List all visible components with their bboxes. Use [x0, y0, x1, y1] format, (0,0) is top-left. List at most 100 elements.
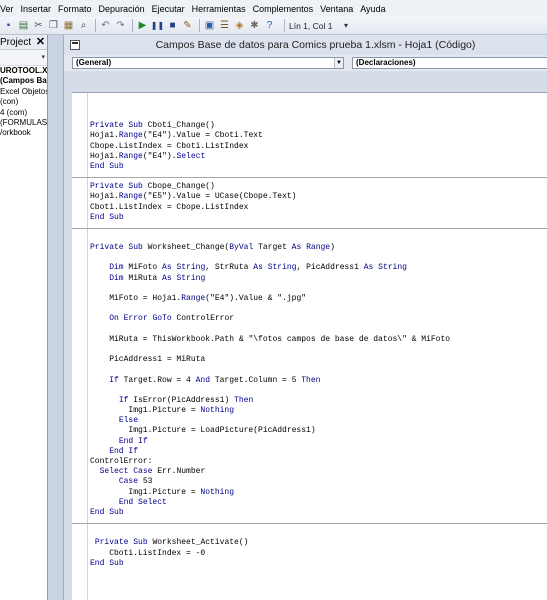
code-text[interactable]: Private Sub Cboti_Change() Hoja1.Range("E…	[72, 111, 547, 569]
toolbar-separator	[132, 19, 133, 32]
code-line[interactable]	[90, 528, 547, 538]
code-line[interactable]: PicAddress1 = MiRuta	[90, 355, 547, 365]
code-editor[interactable]: Private Sub Cboti_Change() Hoja1.Range("E…	[72, 92, 547, 600]
properties-icon[interactable]: ☰	[218, 19, 231, 32]
procedure-separator	[72, 177, 547, 179]
object-browser-icon[interactable]: ◈	[233, 19, 246, 32]
code-line[interactable]: End If	[90, 437, 547, 447]
code-window: Campos Base de datos para Comics prueba …	[63, 35, 547, 600]
menu-formato[interactable]: Formato	[56, 4, 95, 14]
code-window-title: Campos Base de datos para Comics prueba …	[155, 39, 476, 51]
tree-item[interactable]: /orkbook	[0, 128, 47, 138]
undo-icon[interactable]: ↶	[99, 19, 112, 32]
code-line[interactable]: Private Sub Cboti_Change()	[90, 121, 547, 131]
project-pane-header: Project ✕	[0, 35, 47, 50]
object-dropdown-value: (General)	[76, 58, 112, 67]
break-icon[interactable]: ❚❚	[151, 19, 164, 32]
code-line[interactable]	[90, 233, 547, 243]
code-line[interactable]: Private Sub Worksheet_Activate()	[90, 538, 547, 548]
code-line[interactable]: MiRuta = ThisWorkbook.Path & "\fotos cam…	[90, 335, 547, 345]
cut-icon[interactable]: ✂	[32, 19, 45, 32]
code-line[interactable]: Img1.Picture = LoadPicture(PicAddress1)	[90, 426, 547, 436]
toolbox-icon[interactable]: ✱	[248, 19, 261, 32]
code-line[interactable]	[90, 304, 547, 314]
menu-complementos[interactable]: Complementos	[251, 4, 317, 14]
code-line[interactable]	[90, 386, 547, 396]
menu-ventana[interactable]: Ventana	[318, 4, 356, 14]
menu-insertar[interactable]: Insertar	[19, 4, 55, 14]
tree-item[interactable]: UROTOOL.XLA	[0, 66, 47, 76]
paste-icon[interactable]: ▦	[62, 19, 75, 32]
code-line[interactable]: Select Case Err.Number	[90, 467, 547, 477]
code-line[interactable]: Hoja1.Range("E4").Value = Cboti.Text	[90, 131, 547, 141]
code-line[interactable]: Img1.Picture = Nothing	[90, 488, 547, 498]
scroll-down-icon[interactable]: ▾	[41, 53, 45, 61]
menu-ver[interactable]: Ver	[0, 4, 17, 14]
cursor-position: Lín 1, Col 1	[284, 19, 332, 32]
code-line[interactable]: If Target.Row = 4 And Target.Column = 5 …	[90, 376, 547, 386]
find-icon[interactable]: ⌕	[77, 19, 90, 32]
code-line[interactable]: Cboti.ListIndex = -0	[90, 549, 547, 559]
code-line[interactable]: Cboti.ListIndex = Cbope.ListIndex	[90, 203, 547, 213]
tree-item[interactable]: (FORMULAS D	[0, 118, 47, 128]
toolbar-options-chevron-icon[interactable]: ▾	[344, 21, 348, 30]
code-line[interactable]: Private Sub Cbope_Change()	[90, 182, 547, 192]
code-line[interactable]: Else	[90, 416, 547, 426]
tree-item[interactable]: 4 (com)	[0, 108, 47, 118]
save-icon[interactable]: ▪	[2, 19, 15, 32]
menu-depuracion[interactable]: Depuración	[97, 4, 148, 14]
code-line[interactable]: Dim MiRuta As String	[90, 274, 547, 284]
tree-item[interactable]: Excel Objetos	[0, 87, 47, 97]
code-line[interactable]: MiFoto = Hoja1.Range("E4").Value & ".jpg…	[90, 294, 547, 304]
object-dropdown[interactable]: (General) ▼	[72, 57, 344, 69]
copy-icon[interactable]: ❐	[47, 19, 60, 32]
code-line[interactable]: End Sub	[90, 508, 547, 518]
code-window-icon	[70, 40, 80, 50]
standard-toolbar: ▪ ▤ ✂ ❐ ▦ ⌕ ↶ ↷ ▶ ❚❚ ■ ✎ ▣ ☰ ◈ ✱ ? Lín 1…	[0, 17, 547, 35]
procedure-separator	[72, 227, 547, 229]
project-pane-title: Project	[0, 36, 32, 48]
code-line[interactable]: Img1.Picture = Nothing	[90, 406, 547, 416]
code-line[interactable]: End If	[90, 447, 547, 457]
code-line[interactable]: Case 53	[90, 477, 547, 487]
menu-bar: Ver Insertar Formato Depuración Ejecutar…	[0, 0, 547, 17]
menu-ayuda[interactable]: Ayuda	[358, 4, 388, 14]
code-window-titlebar: Campos Base de datos para Comics prueba …	[64, 35, 547, 55]
code-line[interactable]	[90, 345, 547, 355]
chevron-down-icon[interactable]: ▼	[334, 58, 343, 68]
code-line[interactable]	[90, 284, 547, 294]
menu-herramientas[interactable]: Herramientas	[190, 4, 249, 14]
code-line[interactable]: On Error GoTo ControlError	[90, 314, 547, 324]
code-line[interactable]: End Sub	[90, 213, 547, 223]
menu-ejecutar[interactable]: Ejecutar	[150, 4, 188, 14]
project-tree: UROTOOL.XLA (Campos Bas Excel Objetos (c…	[0, 66, 47, 139]
project-pane-toolbar: ▾	[0, 50, 47, 66]
code-line[interactable]: End Select	[90, 498, 547, 508]
code-line[interactable]	[90, 253, 547, 263]
code-line[interactable]: Hoja1.Range("E5").Value = UCase(Cbope.Te…	[90, 192, 547, 202]
code-line[interactable]: Cbope.ListIndex = Cboti.ListIndex	[90, 142, 547, 152]
toolbar-separator	[199, 19, 200, 32]
code-line[interactable]: If IsError(PicAddress1) Then	[90, 396, 547, 406]
procedure-dropdown[interactable]: (Declaraciones)	[352, 57, 547, 69]
code-line[interactable]: End Sub	[90, 559, 547, 569]
code-line[interactable]: Private Sub Worksheet_Change(ByVal Targe…	[90, 243, 547, 253]
tree-item[interactable]: (con)	[0, 97, 47, 107]
close-icon[interactable]: ✕	[35, 36, 46, 48]
insert-module-icon[interactable]: ▤	[17, 19, 30, 32]
procedure-dropdown-value: (Declaraciones)	[356, 58, 416, 67]
project-explorer-icon[interactable]: ▣	[203, 19, 216, 32]
code-line[interactable]	[90, 111, 547, 121]
tree-item[interactable]: (Campos Bas	[0, 76, 47, 86]
reset-icon[interactable]: ■	[166, 19, 179, 32]
design-mode-icon[interactable]: ✎	[181, 19, 194, 32]
code-line[interactable]: ControlError:	[90, 457, 547, 467]
help-icon[interactable]: ?	[263, 19, 276, 32]
run-icon[interactable]: ▶	[136, 19, 149, 32]
code-line[interactable]	[90, 325, 547, 335]
code-line[interactable]: End Sub	[90, 162, 547, 172]
code-line[interactable]: Dim MiFoto As String, StrRuta As String,…	[90, 263, 547, 273]
redo-icon[interactable]: ↷	[114, 19, 127, 32]
code-line[interactable]	[90, 365, 547, 375]
code-line[interactable]: Hoja1.Range("E4").Select	[90, 152, 547, 162]
